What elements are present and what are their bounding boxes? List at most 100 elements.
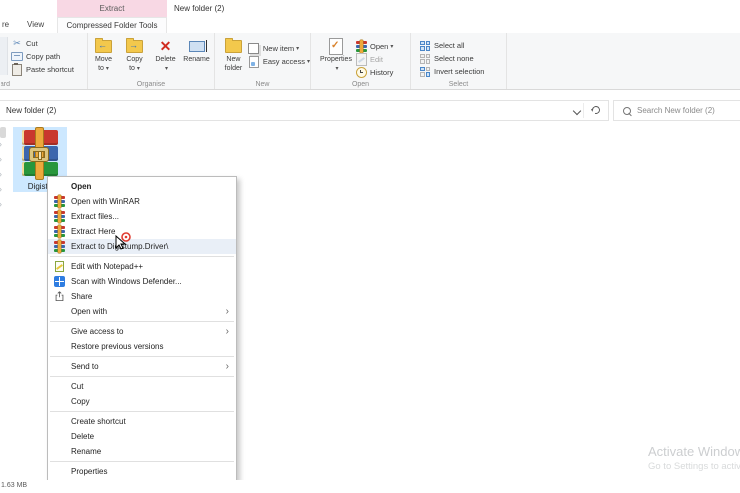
- tree-expand-icon[interactable]: ›: [0, 140, 2, 149]
- winrar-icon: [53, 240, 65, 253]
- ribbon-group-open: ✓ Properties ▾ Open ▾ Edit History Open: [311, 33, 411, 89]
- invert-selection-icon: [419, 66, 431, 77]
- address-dropdown-icon[interactable]: [572, 106, 582, 116]
- easy-access-icon: [248, 55, 260, 68]
- copy-to-icon: →: [126, 36, 143, 56]
- menu-separator: [50, 256, 234, 257]
- menu-separator: [50, 461, 234, 462]
- winrar-icon: [53, 210, 65, 223]
- open-button[interactable]: Open ▾: [355, 40, 393, 53]
- delete-icon: ✕: [159, 38, 172, 54]
- menu-item-cut[interactable]: Cut: [48, 379, 236, 394]
- paste-button-partial[interactable]: [0, 37, 8, 75]
- move-to-button[interactable]: ← Move to ▾: [88, 36, 119, 80]
- address-path[interactable]: New folder (2): [6, 101, 56, 120]
- new-item-icon: [248, 43, 260, 54]
- delete-button[interactable]: ✕ Delete ▾: [150, 36, 181, 80]
- history-button[interactable]: History: [355, 66, 393, 79]
- dropdown-caret-icon: ▾: [335, 65, 339, 72]
- ribbon-group-clipboard: ✂ Cut Copy path Paste shortcut Clipboard: [0, 33, 88, 89]
- nav-pane-sliver: [0, 127, 6, 138]
- window-title: New folder (2): [174, 4, 225, 13]
- menu-separator: [50, 411, 234, 412]
- submenu-arrow-icon: ›: [225, 305, 229, 317]
- refresh-icon[interactable]: [590, 104, 602, 116]
- paste-shortcut-icon: [11, 62, 23, 76]
- search-box[interactable]: [613, 100, 740, 121]
- menu-item-extract-here[interactable]: Extract Here: [48, 224, 236, 239]
- contextual-tab-header: Extract: [57, 0, 167, 17]
- select-group-label: Select: [448, 81, 469, 88]
- search-icon: [623, 106, 631, 115]
- copy-path-button[interactable]: Copy path: [11, 50, 74, 63]
- menu-separator: [50, 356, 234, 357]
- menu-item-copy[interactable]: Copy: [48, 394, 236, 409]
- menu-item-extract-to[interactable]: Extract to Digistump.Driver\: [48, 239, 236, 254]
- new-folder-button[interactable]: New folder: [219, 36, 248, 80]
- menu-item-properties[interactable]: Properties: [48, 464, 236, 479]
- menu-item-edit-with-notepad[interactable]: Edit with Notepad++: [48, 259, 236, 274]
- menu-item-open[interactable]: Open: [48, 179, 236, 194]
- tree-expand-icon[interactable]: ›: [0, 200, 2, 209]
- notepad-plus-plus-icon: [53, 261, 65, 273]
- cut-button[interactable]: ✂ Cut: [11, 37, 74, 50]
- move-to-icon: ←: [95, 36, 112, 56]
- menu-item-scan-with-defender[interactable]: Scan with Windows Defender...: [48, 274, 236, 289]
- address-bar[interactable]: New folder (2): [0, 100, 609, 121]
- menu-item-extract-files[interactable]: Extract files...: [48, 209, 236, 224]
- dropdown-caret-icon: ▾: [390, 44, 394, 50]
- winrar-icon: [53, 195, 65, 208]
- cut-icon: ✂: [13, 38, 21, 48]
- ribbon-filler: [507, 33, 740, 89]
- edit-icon: [355, 53, 367, 66]
- dropdown-caret-icon: ▾: [306, 59, 310, 65]
- winrar-icon: [53, 225, 65, 238]
- rename-button[interactable]: Rename: [181, 36, 212, 80]
- tab-share-partial[interactable]: re: [2, 17, 9, 33]
- properties-icon: ✓: [329, 36, 343, 56]
- new-item-button[interactable]: New item ▾: [248, 42, 310, 55]
- menu-separator: [50, 376, 234, 377]
- status-bar: 1.63 MB: [0, 480, 740, 493]
- select-none-icon: [419, 53, 431, 64]
- tree-expand-icon[interactable]: ›: [0, 170, 2, 179]
- menu-item-open-with-winrar[interactable]: Open with WinRAR: [48, 194, 236, 209]
- properties-button[interactable]: ✓ Properties ▾: [317, 36, 355, 80]
- dropdown-caret-icon: ▾: [164, 65, 168, 72]
- dropdown-caret-icon: ▾: [296, 46, 300, 52]
- ribbon: ✂ Cut Copy path Paste shortcut Clipboard…: [0, 33, 740, 90]
- copy-to-button[interactable]: → Copy to ▾: [119, 36, 150, 80]
- organise-group-label: Organise: [136, 81, 166, 88]
- menu-item-share[interactable]: Share: [48, 289, 236, 304]
- tree-expand-icon[interactable]: ›: [0, 155, 2, 164]
- select-none-button[interactable]: Select none: [419, 52, 506, 65]
- easy-access-button[interactable]: Easy access ▾: [248, 55, 310, 68]
- menu-item-open-with[interactable]: Open with ›: [48, 304, 236, 319]
- menu-item-delete[interactable]: Delete: [48, 429, 236, 444]
- select-all-icon: [419, 40, 431, 51]
- dropdown-caret-icon: ▾: [105, 65, 109, 72]
- ribbon-group-select: Select all Select none Invert selection …: [411, 33, 507, 89]
- tab-compressed-folder-tools[interactable]: Compressed Folder Tools: [57, 17, 167, 33]
- menu-item-rename[interactable]: Rename: [48, 444, 236, 459]
- winrar-open-icon: [355, 40, 367, 53]
- tab-view[interactable]: View: [27, 17, 44, 33]
- select-all-button[interactable]: Select all: [419, 39, 506, 52]
- menu-item-send-to[interactable]: Send to ›: [48, 359, 236, 374]
- winrar-archive-icon: [22, 127, 58, 180]
- paste-shortcut-button[interactable]: Paste shortcut: [11, 62, 74, 76]
- menu-item-give-access-to[interactable]: Give access to ›: [48, 324, 236, 339]
- invert-selection-button[interactable]: Invert selection: [419, 65, 506, 78]
- menu-separator: [50, 321, 234, 322]
- rename-icon: [188, 36, 207, 56]
- share-icon: [53, 291, 65, 303]
- search-input[interactable]: [637, 106, 737, 115]
- context-menu: Open Open with WinRAR Extract files... E…: [47, 176, 237, 482]
- ribbon-group-new: New folder New item ▾ Easy access ▾ New: [215, 33, 311, 89]
- menu-item-restore-previous-versions[interactable]: Restore previous versions: [48, 339, 236, 354]
- menu-item-create-shortcut[interactable]: Create shortcut: [48, 414, 236, 429]
- tree-expand-icon[interactable]: ›: [0, 185, 2, 194]
- edit-button[interactable]: Edit: [355, 53, 393, 66]
- clipboard-group-label: Clipboard: [1, 81, 10, 88]
- history-icon: [355, 67, 367, 78]
